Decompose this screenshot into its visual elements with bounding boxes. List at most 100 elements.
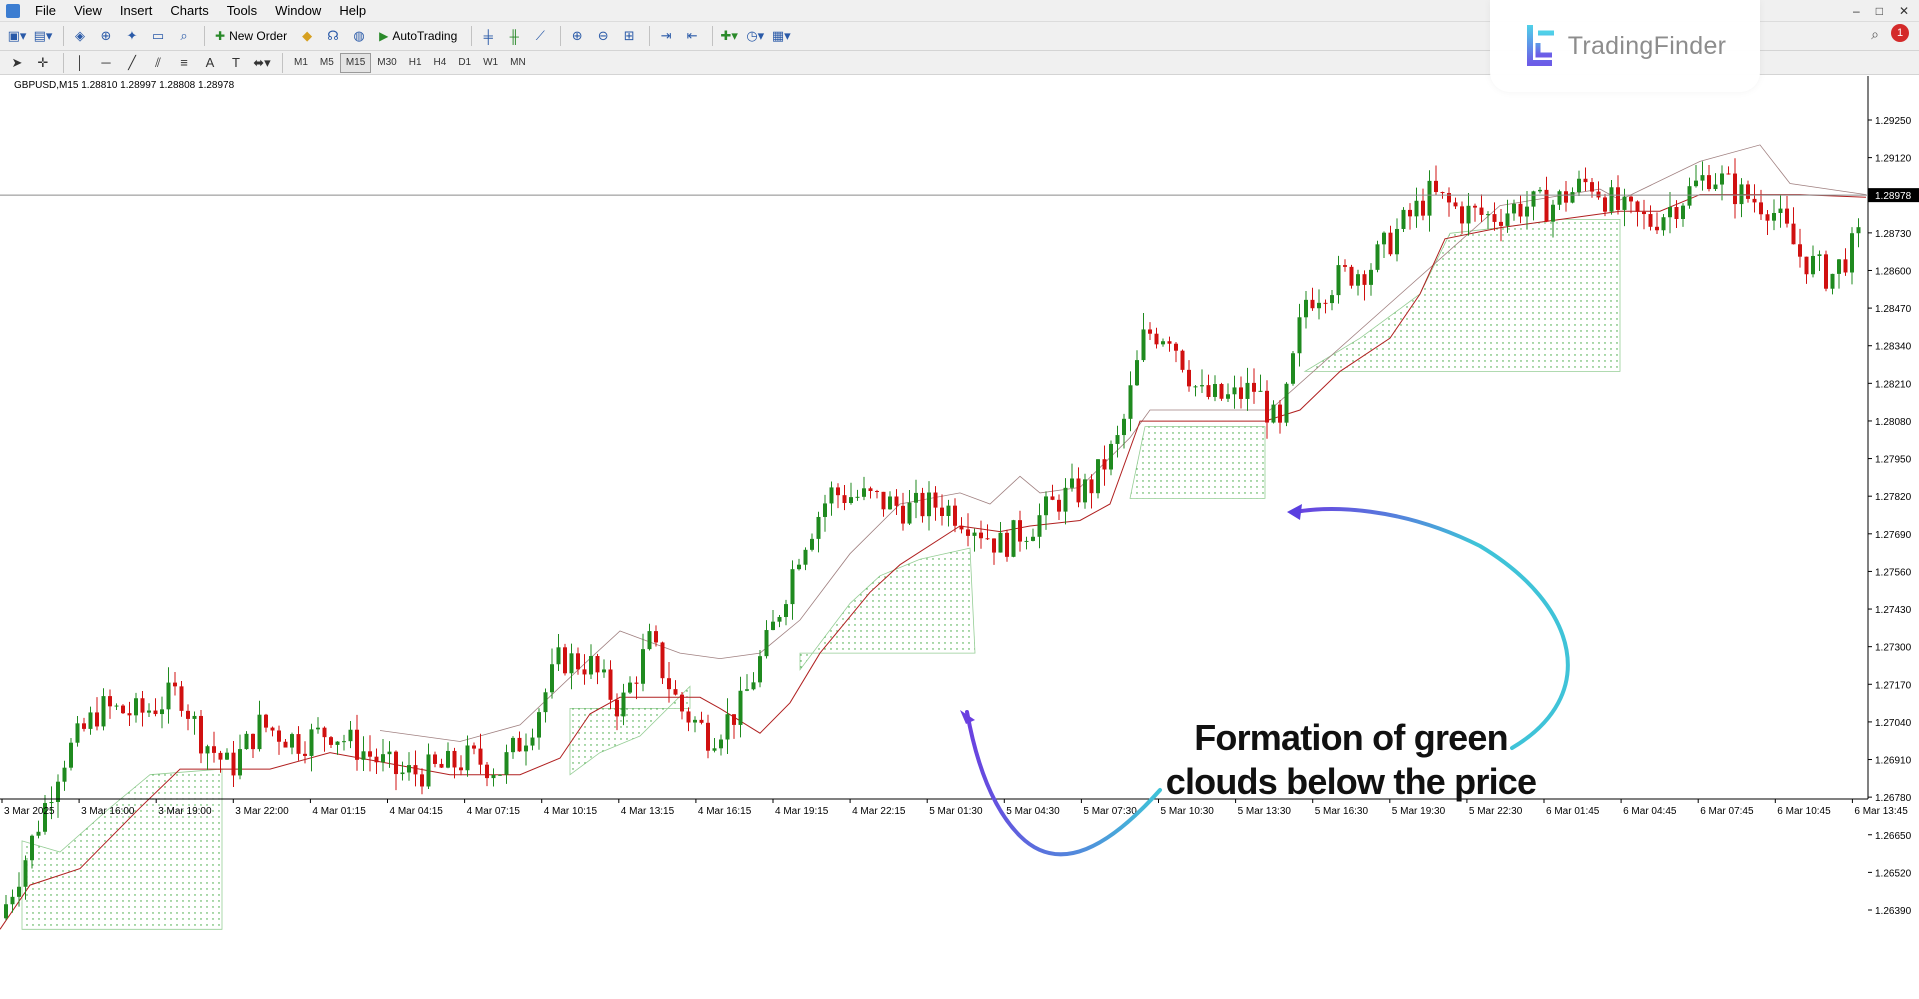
bear-candle (1440, 192, 1445, 194)
zoom-out-icon[interactable]: ⊖ (592, 25, 614, 47)
bear-candle (1174, 343, 1178, 351)
strategy-tester-icon[interactable]: ⌕ (173, 25, 195, 47)
bull-candle (1375, 244, 1380, 270)
bear-candle (1421, 200, 1425, 216)
bull-candle (1336, 265, 1341, 296)
menu-insert[interactable]: Insert (111, 0, 162, 22)
bull-candle (1122, 418, 1126, 436)
signals-icon[interactable]: ☊ (322, 25, 344, 47)
timeframe-w1[interactable]: W1 (477, 53, 504, 73)
bear-candle (1843, 259, 1848, 273)
bear-candle (894, 496, 899, 506)
tile-windows-icon[interactable]: ⊞ (618, 25, 640, 47)
bull-candle (855, 496, 860, 498)
price-chart[interactable]: GBPUSD,M15 1.28810 1.28997 1.28808 1.289… (0, 76, 1919, 996)
timeframe-h1[interactable]: H1 (403, 53, 428, 73)
bull-candle (1291, 353, 1295, 384)
bear-candle (1648, 214, 1653, 227)
bull-candle (829, 487, 834, 504)
menu-file[interactable]: File (26, 0, 65, 22)
shapes-icon[interactable]: ⬌▾ (251, 52, 273, 74)
bull-candle (1200, 385, 1204, 387)
bull-candle (1811, 255, 1815, 275)
toolbar-divider (282, 52, 283, 73)
bar-chart-icon[interactable]: ╪ (477, 25, 499, 47)
menu-charts[interactable]: Charts (161, 0, 217, 22)
new-order-button[interactable]: ✚ New Order (210, 25, 292, 47)
market-icon[interactable]: ◍ (348, 25, 370, 47)
bear-candle (1655, 226, 1659, 231)
autotrading-icon: ▶ (379, 29, 389, 43)
menu-help[interactable]: Help (330, 0, 375, 22)
vertical-line-icon[interactable]: │ (69, 52, 91, 74)
bull-candle (1700, 175, 1705, 181)
menu-tools[interactable]: Tools (218, 0, 266, 22)
chart-window[interactable]: GBPUSD,M15 1.28810 1.28997 1.28808 1.289… (0, 76, 1919, 996)
timeframe-m5[interactable]: M5 (314, 53, 340, 73)
templates-icon[interactable]: ▦▾ (770, 25, 792, 47)
close-button[interactable]: ✕ (1899, 0, 1909, 22)
time-label: 4 Mar 10:15 (544, 806, 598, 817)
notification-badge[interactable]: 1 (1891, 24, 1909, 42)
autotrading-button[interactable]: ▶ AutoTrading (374, 25, 462, 47)
bull-candle (758, 656, 762, 683)
bear-candle (1674, 207, 1679, 219)
fibonacci-icon[interactable]: ≡ (173, 52, 195, 74)
search-icon[interactable]: ⌕ (1871, 26, 1879, 43)
time-label: 5 Mar 13:30 (1238, 806, 1292, 817)
indicators-icon[interactable]: ✚▾ (718, 25, 740, 47)
channel-icon[interactable]: ⫽ (147, 52, 169, 74)
timeframe-m15[interactable]: M15 (339, 52, 372, 73)
bull-candle (1557, 191, 1562, 205)
new-order-label: New Order (229, 29, 288, 43)
bull-candle (257, 714, 262, 750)
bear-candle (563, 647, 567, 674)
profiles-icon[interactable]: ▤▾ (32, 25, 54, 47)
text-icon[interactable]: A (199, 52, 221, 74)
minimize-button[interactable]: ‒ (1853, 0, 1860, 22)
maximize-button[interactable]: □ (1876, 0, 1883, 22)
bear-candle (680, 694, 684, 712)
zoom-in-icon[interactable]: ⊕ (566, 25, 588, 47)
time-label: 3 Mar 22:00 (235, 806, 289, 817)
periods-icon[interactable]: ◷▾ (744, 25, 766, 47)
timeframe-d1[interactable]: D1 (452, 53, 477, 73)
timeframe-m30[interactable]: M30 (371, 53, 402, 73)
autoscroll-icon[interactable]: ⇤ (681, 25, 703, 47)
bull-candle (1661, 217, 1666, 231)
candlestick-icon[interactable]: ╫ (503, 25, 525, 47)
crosshair-icon[interactable]: ✛ (32, 52, 54, 74)
bull-candle (1109, 443, 1113, 470)
bull-candle (569, 653, 574, 674)
price-label: 1.28210 (1875, 379, 1912, 390)
text-label-icon[interactable]: T (225, 52, 247, 74)
bear-candle (1057, 499, 1061, 512)
arrow-curve-right (1293, 507, 1570, 750)
bull-candle (69, 742, 73, 768)
timeframe-h4[interactable]: H4 (428, 53, 453, 73)
market-watch-icon[interactable]: ◈ (69, 25, 91, 47)
bull-candle (530, 737, 535, 746)
horizontal-line-icon[interactable]: ─ (95, 52, 117, 74)
bear-candle (322, 727, 327, 738)
timeframe-mn[interactable]: MN (504, 53, 532, 73)
timeframe-m1[interactable]: M1 (288, 53, 314, 73)
navigator-icon[interactable]: ✦ (121, 25, 143, 47)
trendline-icon[interactable]: ╱ (121, 52, 143, 74)
bull-candle (1395, 228, 1399, 255)
bull-candle (803, 549, 808, 565)
cursor-icon[interactable]: ➤ (6, 52, 28, 74)
menu-window[interactable]: Window (266, 0, 330, 22)
bear-candle (1310, 299, 1315, 309)
bull-candle (504, 752, 509, 775)
bear-candle (283, 741, 288, 748)
new-chart-icon[interactable]: ▣▾ (6, 25, 28, 47)
data-window-icon[interactable]: ⊕ (95, 25, 117, 47)
bull-candle (1466, 205, 1471, 224)
bear-candle (517, 737, 522, 752)
terminal-icon[interactable]: ▭ (147, 25, 169, 47)
chart-shift-icon[interactable]: ⇥ (655, 25, 677, 47)
line-chart-icon[interactable]: ⟋ (529, 25, 551, 47)
menu-view[interactable]: View (65, 0, 111, 22)
metaeditor-icon[interactable]: ◆ (296, 25, 318, 47)
